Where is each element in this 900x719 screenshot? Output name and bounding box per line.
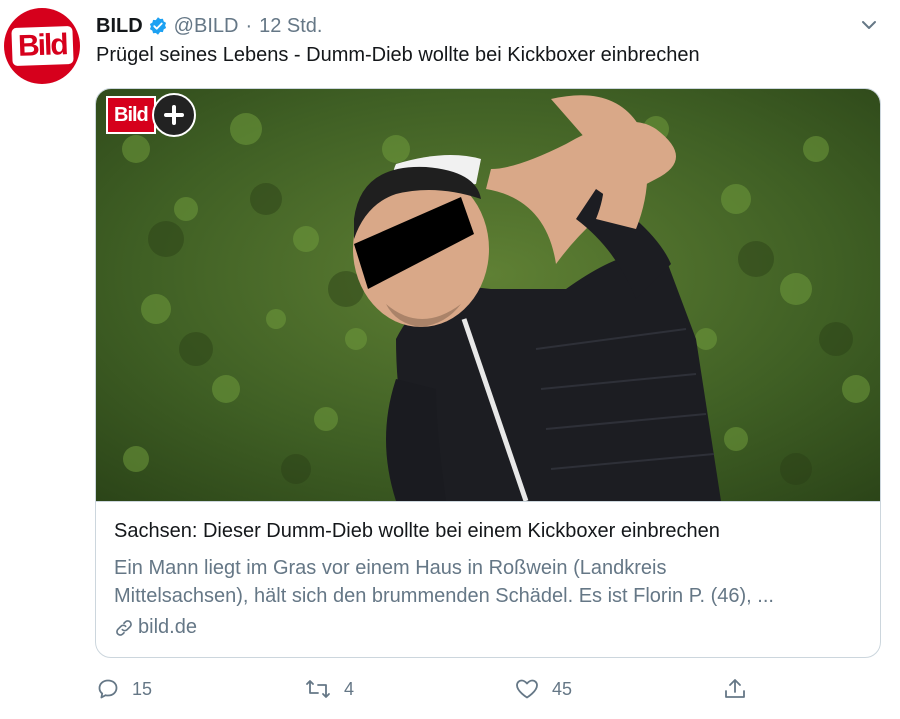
tweet-actions: 15 4 45 xyxy=(96,672,756,706)
bild-logo-text: Bild xyxy=(17,28,67,63)
card-body: Sachsen: Dieser Dumm-Dieb wollte bei ein… xyxy=(96,501,880,657)
tweet-header: BILD @BILD · 12 Std. xyxy=(96,12,323,40)
author-name[interactable]: BILD xyxy=(96,15,143,38)
bild-logo: Bild xyxy=(11,25,73,67)
chevron-down-icon[interactable] xyxy=(858,14,880,36)
card-image[interactable]: Bild xyxy=(96,89,880,502)
author-handle[interactable]: @BILD xyxy=(174,15,239,38)
retweet-icon xyxy=(306,680,330,698)
card-domain-text: bild.de xyxy=(138,616,197,638)
tweet-text: Prügel seines Lebens - Dumm-Dieb wollte … xyxy=(96,44,700,66)
card-domain: bild.de xyxy=(114,616,197,639)
reply-icon xyxy=(98,679,118,699)
retweet-button[interactable]: 4 xyxy=(304,672,354,706)
like-count: 45 xyxy=(552,678,573,699)
avatar[interactable]: Bild xyxy=(4,8,80,84)
share-button[interactable] xyxy=(722,672,760,706)
reply-button[interactable]: 15 xyxy=(96,672,152,706)
share-icon xyxy=(725,679,745,698)
bild-plus-logo: Bild xyxy=(106,96,156,134)
link-icon xyxy=(116,619,132,636)
card-description-line: Mittelsachsen), hält sich den brummenden… xyxy=(114,585,774,607)
link-card[interactable]: Bild Sachsen: Dieser Dumm-Dieb wollte be… xyxy=(95,88,881,658)
tweet-timestamp[interactable]: 12 Std. xyxy=(259,15,322,38)
card-title: Sachsen: Dieser Dumm-Dieb wollte bei ein… xyxy=(114,520,720,542)
card-description-line: Ein Mann liegt im Gras vor einem Haus in… xyxy=(114,557,667,579)
like-button[interactable]: 45 xyxy=(514,672,572,706)
bild-plus-badge: Bild xyxy=(106,93,196,137)
article-photo xyxy=(96,89,880,502)
heart-icon xyxy=(516,679,538,699)
verified-badge-icon xyxy=(148,16,168,36)
plus-icon xyxy=(151,93,196,137)
card-description: Ein Mann liegt im Gras vor einem Haus in… xyxy=(114,554,864,610)
separator-dot: · xyxy=(245,14,253,37)
reply-count: 15 xyxy=(132,678,153,699)
retweet-count: 4 xyxy=(344,678,355,699)
